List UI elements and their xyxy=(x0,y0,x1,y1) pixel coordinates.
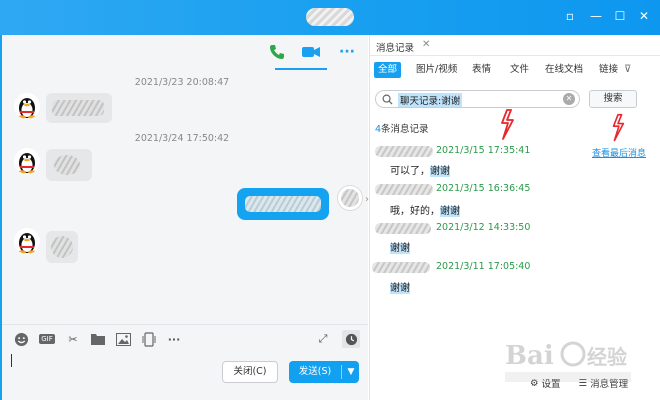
message-bubble[interactable] xyxy=(46,231,78,263)
sender-name-blurred xyxy=(375,146,433,157)
call-toolbar: ··· xyxy=(264,41,364,69)
filter-tab-docs[interactable]: 在线文档 xyxy=(545,62,583,78)
avatar xyxy=(14,228,40,254)
message-timestamp: 2021/3/23 20:08:47 xyxy=(134,77,230,88)
close-button[interactable]: 关闭(C) xyxy=(222,361,278,383)
watermark-logo: Bai 经验 xyxy=(503,334,643,390)
tab-message-history[interactable]: 消息记录 xyxy=(376,40,414,54)
filter-tab-all[interactable]: 全部 xyxy=(374,62,402,78)
penguin-icon xyxy=(18,233,36,254)
search-value: 聊天记录:谢谢 xyxy=(398,93,463,107)
folder-icon[interactable] xyxy=(89,330,107,348)
chat-pane: ··· 2021/3/23 20:08:47 2021/3/24 17:50:4… xyxy=(0,35,369,400)
phone-call-icon[interactable] xyxy=(266,41,288,63)
record-text[interactable]: 哦，好的，谢谢 xyxy=(390,202,460,217)
record-time: 2021/3/12 14:33:50 xyxy=(436,222,531,233)
record-time: 2021/3/15 16:36:45 xyxy=(436,183,531,194)
message-area: 2021/3/23 20:08:47 2021/3/24 17:50:42 xyxy=(2,73,368,321)
result-count: 4条消息记录 xyxy=(375,124,429,135)
avatar-self xyxy=(337,185,363,211)
minimize-icon[interactable]: — xyxy=(588,9,604,23)
filter-icon[interactable]: ⊽ xyxy=(624,62,631,78)
filter-tab-files[interactable]: 文件 xyxy=(510,62,529,78)
video-call-icon[interactable] xyxy=(300,41,322,63)
penguin-icon xyxy=(18,98,36,119)
gif-icon[interactable]: GIF xyxy=(38,330,56,348)
active-tab-underline xyxy=(275,68,327,70)
more-icon[interactable]: ··· xyxy=(165,330,183,348)
image-icon[interactable] xyxy=(114,330,132,348)
search-icon xyxy=(382,94,393,105)
minimize-corner-icon[interactable]: ▫ xyxy=(562,9,578,23)
avatar xyxy=(14,148,40,174)
emoji-icon[interactable] xyxy=(12,330,30,348)
send-button[interactable]: 发送(S) ▼ xyxy=(289,361,359,383)
filter-tab-media[interactable]: 图片/视频 xyxy=(416,62,457,78)
blurred-message-content xyxy=(245,196,321,212)
title-bar: ▫ — ☐ ✕ xyxy=(0,0,660,35)
sender-name-blurred xyxy=(372,262,430,273)
search-input[interactable]: 聊天记录:谢谢 ✕ xyxy=(375,90,580,108)
record-time: 2021/3/11 17:05:40 xyxy=(436,261,531,272)
penguin-icon xyxy=(18,153,36,174)
close-tab-icon[interactable]: ✕ xyxy=(422,39,430,50)
expand-icon[interactable]: ⤢ xyxy=(314,330,332,348)
close-icon[interactable]: ✕ xyxy=(636,9,652,23)
svg-text:经验: 经验 xyxy=(587,345,627,369)
message-bubble[interactable] xyxy=(46,93,112,123)
send-label: 发送(S) xyxy=(298,366,332,377)
input-toolbar: GIF ✂ ··· ⤢ xyxy=(2,324,368,352)
svg-text:Bai: Bai xyxy=(505,341,554,371)
window-title-blurred xyxy=(306,8,354,26)
sender-name-blurred xyxy=(375,223,431,234)
annotation-arrow-icon xyxy=(501,109,514,140)
more-icon[interactable]: ··· xyxy=(336,41,358,63)
record-text[interactable]: 谢谢 xyxy=(390,279,410,294)
record-text[interactable]: 谢谢 xyxy=(390,239,410,254)
search-button[interactable]: 搜索 xyxy=(589,90,637,108)
avatar xyxy=(14,93,40,119)
filter-tab-stickers[interactable]: 表情 xyxy=(472,62,491,78)
message-timestamp: 2021/3/24 17:50:42 xyxy=(134,133,230,144)
record-time: 2021/3/15 17:35:41 xyxy=(436,145,531,156)
phone-screen-icon[interactable] xyxy=(140,330,158,348)
message-bubble-self[interactable] xyxy=(237,188,329,220)
sender-name-blurred xyxy=(375,184,433,195)
message-bubble[interactable] xyxy=(46,149,92,181)
filter-tab-links[interactable]: 链接 xyxy=(599,62,618,78)
scissors-icon[interactable]: ✂ xyxy=(64,330,82,348)
blurred-message-content xyxy=(51,236,73,258)
blurred-message-content xyxy=(52,100,104,116)
blurred-message-content xyxy=(54,155,80,175)
view-latest-link[interactable]: 查看最后消息 xyxy=(592,146,646,159)
annotation-arrow-icon xyxy=(612,113,625,142)
maximize-icon[interactable]: ☐ xyxy=(612,9,628,23)
history-clock-icon[interactable] xyxy=(342,330,360,348)
clear-icon[interactable]: ✕ xyxy=(563,93,575,105)
record-text[interactable]: 可以了，谢谢 xyxy=(390,162,450,177)
chevron-down-icon[interactable]: ▼ xyxy=(344,361,358,383)
